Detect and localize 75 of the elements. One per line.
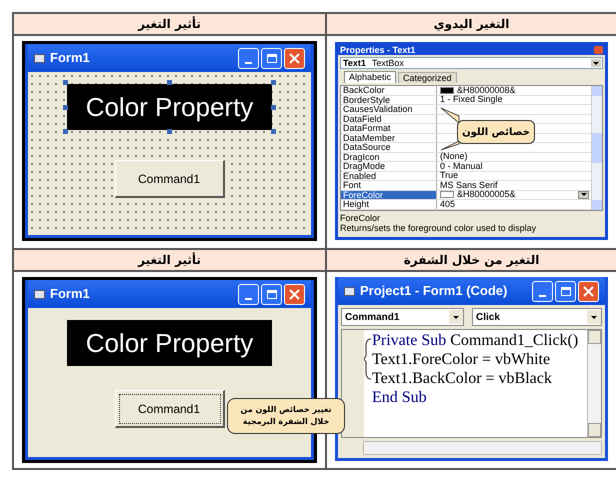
property-name[interactable]: DataSource <box>341 143 437 152</box>
property-value: 405 <box>440 200 456 209</box>
window-title: Properties - Text1 <box>340 46 416 54</box>
command-button[interactable]: Command1 <box>114 160 224 198</box>
minimize-button[interactable] <box>238 284 259 304</box>
property-name[interactable]: Enabled <box>341 172 437 180</box>
minimize-button[interactable] <box>238 48 259 68</box>
dropdown-arrow-icon <box>591 59 601 67</box>
object-dropdown[interactable]: Command1 <box>341 308 464 326</box>
maximize-button[interactable] <box>261 284 282 304</box>
scrollbar[interactable] <box>587 330 601 437</box>
column-header: التغير من خلال الشفرة <box>325 250 616 272</box>
property-value: 0 - Manual <box>440 162 483 171</box>
command-button[interactable]: Command1 <box>114 390 224 428</box>
property-value: 1 - Fixed Single <box>440 95 503 104</box>
text-box[interactable]: Color Property <box>67 320 272 366</box>
code-line: End Sub <box>372 388 428 407</box>
property-name[interactable]: DataField <box>341 114 437 123</box>
selection-handle[interactable] <box>271 129 276 134</box>
callout: تغيير خصائص اللون من خلال الشفرة البرمجية <box>227 398 345 434</box>
event-dropdown[interactable]: Click <box>472 308 602 326</box>
window-icon <box>34 290 45 298</box>
code-line: Text1.ForeColor = vbWhite <box>372 350 552 369</box>
code-line: Private Sub Command1_Click() <box>372 331 580 350</box>
text-box[interactable]: Color Property <box>67 84 272 130</box>
property-value: (None) <box>440 152 468 162</box>
property-value: True <box>440 171 458 180</box>
close-button[interactable] <box>284 284 305 304</box>
property-value: &H80000008& <box>457 86 516 95</box>
minimize-button[interactable] <box>532 280 553 302</box>
bracket-drawing <box>364 338 372 380</box>
window-title: Project1 - Form1 (Code) <box>360 282 508 300</box>
selection-handle[interactable] <box>63 80 68 85</box>
window-icon <box>344 286 355 296</box>
property-name[interactable]: DragMode <box>341 162 437 170</box>
property-name[interactable]: BackColor <box>341 86 437 94</box>
selection-handle[interactable] <box>63 104 68 110</box>
close-icon <box>583 286 594 296</box>
window-title: Form1 <box>50 49 90 68</box>
selection-handle[interactable] <box>271 104 276 110</box>
column-header: التغير اليدوي <box>325 14 616 36</box>
property-value: MS Sans Serif <box>440 180 498 190</box>
close-button[interactable] <box>578 280 599 302</box>
property-name[interactable]: DataMember <box>341 134 437 142</box>
close-button[interactable] <box>284 48 305 68</box>
close-icon <box>289 52 300 64</box>
column-header: تأثير التغير <box>12 250 325 272</box>
callout-pointer <box>440 107 460 124</box>
tab[interactable]: Categorized <box>398 72 457 83</box>
selection-handle[interactable] <box>167 80 172 85</box>
description-title: ForeColor <box>340 212 382 222</box>
selection-handle[interactable] <box>167 129 172 134</box>
close-icon <box>289 288 300 300</box>
code-line: Text1.BackColor = vbBlack <box>372 369 553 388</box>
maximize-button[interactable] <box>261 48 282 68</box>
property-name[interactable]: DataFormat <box>341 124 437 132</box>
property-value: &H80000005& <box>457 190 516 200</box>
property-name[interactable]: Height <box>341 200 437 208</box>
scrollbar[interactable] <box>591 86 602 210</box>
callout-pointer <box>440 140 460 151</box>
window-icon <box>34 54 45 62</box>
selection-handle[interactable] <box>271 80 276 85</box>
object-dropdown[interactable]: Text1 TextBox <box>340 57 603 69</box>
property-name[interactable]: CausesValidation <box>341 105 437 114</box>
property-name[interactable]: BorderStyle <box>341 96 437 104</box>
window-title: Form1 <box>50 285 90 304</box>
property-name[interactable]: DragIcon <box>341 152 437 161</box>
horizontal-scrollbar[interactable] <box>363 441 602 455</box>
selection-handle[interactable] <box>63 129 68 134</box>
property-name[interactable]: Font <box>341 181 437 190</box>
callout: خصائص اللون <box>457 120 535 144</box>
maximize-button[interactable] <box>555 280 576 302</box>
description-text: Returns/sets the foreground color used to display <box>340 222 538 232</box>
column-header: تأثير التغير <box>12 14 325 36</box>
tab[interactable]: Alphabetic <box>344 71 396 83</box>
